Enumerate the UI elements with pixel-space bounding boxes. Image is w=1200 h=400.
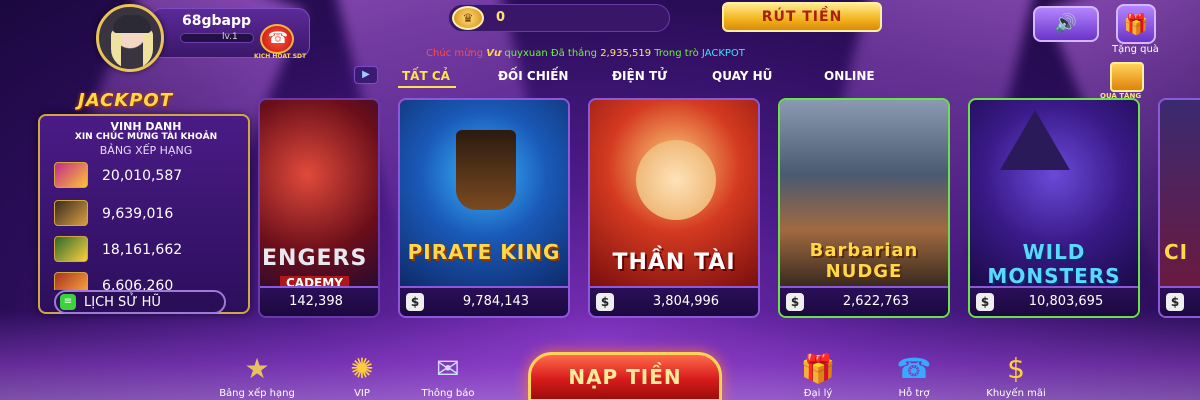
game-card-wild-monsters[interactable]: WILD MONSTERS $ 10,803,695	[968, 98, 1140, 318]
nav-leaderboard-label: Bảng xếp hạng	[219, 388, 295, 399]
level-text: lv.1	[222, 32, 238, 42]
ticker-tag: Vư	[486, 48, 502, 59]
jackpot-entry: 6,606,260	[54, 272, 234, 290]
nav-agent-label: Đại lý	[803, 388, 833, 399]
sound-button[interactable]: 🔊	[1033, 6, 1099, 42]
crown-coin-icon: ♛	[452, 6, 484, 30]
nav-promo[interactable]: $ Khuyến mãi	[976, 350, 1056, 399]
game-thumbnail	[54, 272, 88, 290]
trophy-star-icon: ★	[244, 352, 270, 385]
ticker-game: JACKPOT	[701, 48, 745, 59]
win-ticker: Chúc mừng Vư quyxuan Đã thắng 2,935,519 …	[426, 48, 745, 59]
nav-agent[interactable]: 🎁 Đại lý	[788, 350, 848, 399]
tab-slots[interactable]: QUAY HŨ	[712, 69, 772, 83]
tab-all[interactable]: TẤT CẢ	[402, 69, 450, 83]
game-thumbnail	[54, 236, 88, 262]
game-jackpot-bar: 142,398	[260, 286, 378, 316]
clipboard-icon: ✉	[436, 352, 460, 385]
game-thumbnail	[54, 200, 88, 226]
jackpot-entry: 9,639,016	[54, 200, 234, 226]
dollar-icon: $	[406, 293, 424, 311]
jackpot-title: JACKPOT	[78, 90, 174, 111]
game-jackpot-value: 2,622,763	[842, 294, 910, 309]
dollar-icon: $	[786, 293, 804, 311]
play-icon[interactable]: ▶	[354, 66, 378, 84]
jackpot-leaderboard-title: BẢNG XẾP HẠNG	[99, 144, 193, 157]
game-title: THẦN TÀI	[612, 250, 736, 275]
wheel-icon: ✺	[350, 352, 374, 385]
ticker-prefix: Chúc mừng	[426, 48, 484, 59]
nav-leaderboard[interactable]: ★ Bảng xếp hạng	[212, 350, 302, 399]
deposit-button[interactable]: NẠP TIỀN	[528, 352, 722, 400]
tab-electronic[interactable]: ĐIỆN TỬ	[612, 69, 667, 83]
headset-icon: ☎	[896, 352, 932, 385]
coin-balance: 0	[496, 10, 506, 25]
dollar-icon: $	[976, 293, 994, 311]
history-icon: ≡	[60, 294, 76, 310]
game-thumbnail	[54, 162, 88, 188]
ticker-in-game: Trong trò	[654, 48, 699, 59]
tab-versus[interactable]: ĐỐI CHIẾN	[498, 69, 568, 83]
jackpot-entry-value: 6,606,260	[102, 278, 174, 290]
game-card-barbarian-nudge[interactable]: Barbarian NUDGE $ 2,622,763	[778, 98, 950, 318]
jackpot-entry: 20,010,587	[54, 162, 234, 188]
nav-notice-label: Thông báo	[421, 388, 475, 399]
gift-box-icon	[1110, 62, 1144, 92]
game-jackpot-bar: $ 10,803,695	[970, 286, 1138, 316]
ticker-won: Đã thắng	[550, 48, 597, 59]
ticker-user: quyxuan	[504, 48, 548, 59]
nav-vip-label: VIP	[354, 388, 370, 399]
avatar[interactable]	[96, 4, 164, 72]
nav-support[interactable]: ☎ Hỗ trợ	[884, 350, 944, 399]
game-jackpot-bar: $ 3,804,996	[590, 286, 758, 316]
gift-button[interactable]: 🎁	[1116, 4, 1156, 44]
activate-phone-label: KICH HOAT SDT	[254, 53, 307, 60]
tab-online[interactable]: ONLINE	[824, 69, 875, 83]
gift-icon: 🎁	[800, 352, 836, 385]
jackpot-entry: 18,161,662	[54, 236, 234, 262]
phone-icon: ☎	[268, 28, 288, 47]
game-jackpot-value: 3,804,996	[652, 294, 720, 309]
game-card-than-tai[interactable]: THẦN TÀI $ 3,804,996	[588, 98, 760, 318]
game-card-partial[interactable]: CI $	[1158, 98, 1200, 318]
game-jackpot-value: 142,398	[289, 294, 343, 309]
activate-phone-button[interactable]: ☎ KICH HOAT SDT	[254, 24, 307, 64]
nav-vip[interactable]: ✺ VIP	[332, 350, 392, 399]
gift-label: Tặng quà	[1112, 44, 1159, 55]
game-title: CI	[1164, 240, 1189, 264]
ticker-amount: 2,935,519	[600, 48, 652, 59]
dollar-icon: $	[596, 293, 614, 311]
speaker-icon: 🔊	[1054, 13, 1078, 34]
jackpot-congrats: XIN CHÚC MỪNG TÀI KHOẢN	[74, 132, 218, 142]
game-jackpot-bar: $ 2,622,763	[780, 286, 948, 316]
level-bar	[180, 33, 254, 43]
game-card-avengers[interactable]: ENGERS CADEMY 142,398	[258, 98, 380, 318]
withdraw-button[interactable]: RÚT TIỀN	[722, 2, 882, 32]
game-jackpot-value: 10,803,695	[1028, 294, 1104, 309]
jackpot-panel: VINH DANH XIN CHÚC MỪNG TÀI KHOẢN BẢNG X…	[38, 114, 250, 314]
ship-illustration	[456, 130, 516, 210]
game-title: Barbarian NUDGE	[809, 240, 919, 282]
nav-support-label: Hỗ trợ	[898, 388, 930, 399]
nav-promo-label: Khuyến mãi	[986, 388, 1046, 399]
game-jackpot-bar: $	[1160, 286, 1200, 316]
jackpot-entry-value: 9,639,016	[102, 206, 174, 222]
game-title: WILD MONSTERS	[987, 240, 1121, 288]
game-card-pirate-king[interactable]: PIRATE KING $ 9,784,143	[398, 98, 570, 318]
jackpot-history-button[interactable]: ≡ LỊCH SỬ HŨ	[54, 290, 226, 314]
god-of-wealth-illustration	[636, 140, 716, 220]
jackpot-entry-value: 18,161,662	[102, 242, 183, 258]
dollar-icon: $	[1166, 293, 1184, 311]
jackpot-entry-value: 20,010,587	[102, 168, 183, 184]
game-title: ENGERS	[262, 246, 368, 271]
coin-icon: $	[1007, 352, 1025, 385]
jackpot-history-label: LỊCH SỬ HŨ	[84, 295, 161, 310]
game-jackpot-bar: $ 9,784,143	[400, 286, 568, 316]
game-jackpot-value: 9,784,143	[462, 294, 530, 309]
username: 68gbapp	[182, 13, 252, 29]
nav-notice[interactable]: ✉ Thông báo	[418, 350, 478, 399]
active-tab-indicator	[398, 86, 456, 88]
game-title: PIRATE KING	[407, 240, 561, 264]
gift-icon: 🎁	[1123, 12, 1149, 36]
